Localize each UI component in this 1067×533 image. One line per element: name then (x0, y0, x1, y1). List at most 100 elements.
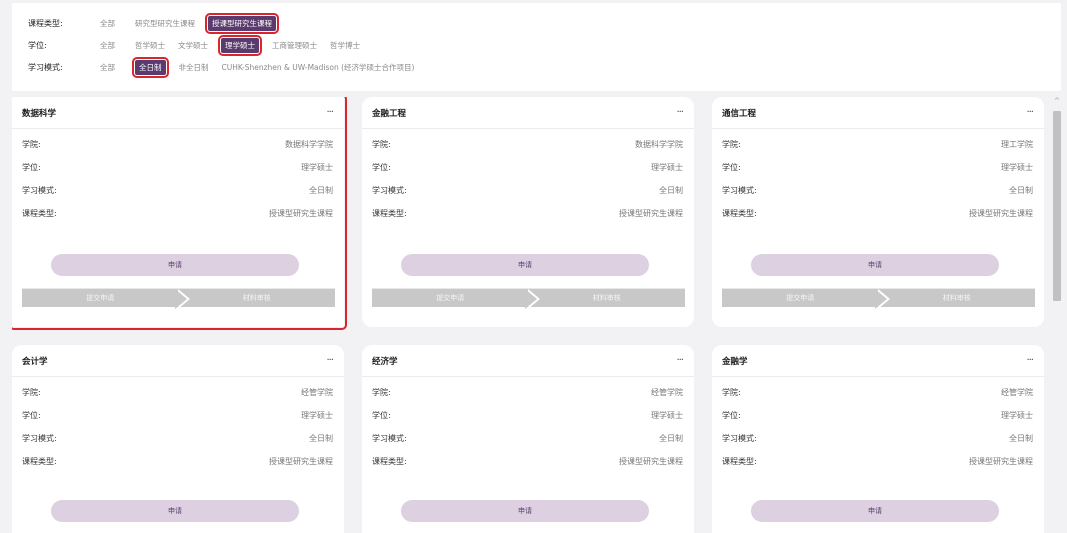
program-card[interactable]: 经济学 ··· 学院: 经管学院 学位: 理学硕士 学习模式: 全日制 课程类型: 授课… (362, 345, 694, 533)
school-label: 学院: (722, 388, 741, 397)
mode-label: 学习模式: (372, 434, 407, 443)
step-arrow-fill (875, 289, 887, 309)
school-value: 经管学院 (1001, 388, 1033, 397)
program-card[interactable]: 通信工程 ··· 学院: 理工学院 学位: 理学硕士 学习模式: 全日制 课程类型: 授… (712, 97, 1044, 327)
study-mode-fulltime[interactable]: 全日制 (132, 56, 169, 78)
course-type-research[interactable]: 研究型研究生课程 (135, 18, 195, 29)
mode-row: 学习模式: 全日制 (362, 427, 694, 450)
mode-row: 学习模式: 全日制 (12, 427, 344, 450)
more-icon[interactable]: ··· (326, 355, 333, 366)
vertical-scrollbar[interactable]: ^ (1052, 97, 1062, 533)
school-value: 数据科学学院 (285, 140, 333, 149)
degree-value: 理学硕士 (651, 411, 683, 420)
card-header: 经济学 ··· (362, 345, 694, 377)
type-value: 授课型研究生课程 (269, 457, 333, 466)
type-label: 课程类型: (372, 209, 407, 218)
school-value: 经管学院 (651, 388, 683, 397)
degree-label: 学位: (722, 411, 741, 420)
program-title: 通信工程 (722, 108, 757, 119)
apply-button[interactable]: 申请 (51, 254, 299, 276)
study-mode-joint[interactable]: CUHK-Shenzhen & UW-Madison (经济学硕士合作项目) (222, 62, 415, 73)
step-review: 材料审核 (178, 289, 335, 307)
apply-button[interactable]: 申请 (51, 500, 299, 522)
more-icon[interactable]: ··· (326, 107, 333, 118)
study-mode-label: 学习模式: (28, 62, 63, 72)
program-title: 经济学 (372, 356, 398, 367)
type-row: 课程类型: 授课型研究生课程 (712, 202, 1044, 225)
type-row: 课程类型: 授课型研究生课程 (12, 202, 344, 225)
degree-label: 学位: (22, 411, 41, 420)
school-row: 学院: 理工学院 (712, 133, 1044, 156)
degree-value: 理学硕士 (1001, 163, 1033, 172)
more-icon[interactable]: ··· (676, 355, 683, 366)
step-arrow-fill (175, 289, 187, 309)
card-header: 会计学 ··· (12, 345, 344, 377)
program-title: 金融工程 (372, 108, 407, 119)
more-icon[interactable]: ··· (1026, 355, 1033, 366)
degree-mba[interactable]: 工商管理硕士 (272, 40, 317, 51)
step-review: 材料审核 (528, 289, 685, 307)
degree-label: 学位: (372, 163, 391, 172)
program-grid: 数据科学 ··· 学院: 数据科学学院 学位: 理学硕士 学习模式: 全日制 课程类型… (12, 97, 1047, 533)
mode-value: 全日制 (1009, 186, 1033, 195)
degree-row: 学位: 理学硕士 (362, 156, 694, 179)
type-label: 课程类型: (22, 209, 57, 218)
mode-value: 全日制 (309, 186, 333, 195)
degree-label: 学位: (722, 163, 741, 172)
mode-value: 全日制 (309, 434, 333, 443)
program-card[interactable]: 金融学 ··· 学院: 经管学院 学位: 理学硕士 学习模式: 全日制 课程类型: 授课… (712, 345, 1044, 533)
degree-msc[interactable]: 理学硕士 (218, 34, 262, 56)
type-row: 课程类型: 授课型研究生课程 (362, 202, 694, 225)
step-submit: 提交申请 (372, 289, 529, 307)
course-type-taught[interactable]: 授课型研究生课程 (205, 12, 279, 34)
degree-ma[interactable]: 文学硕士 (178, 40, 208, 51)
type-value: 授课型研究生课程 (619, 209, 683, 218)
degree-mphil[interactable]: 哲学硕士 (135, 40, 165, 51)
degree-all[interactable]: 全部 (100, 40, 115, 51)
school-value: 经管学院 (301, 388, 333, 397)
school-row: 学院: 经管学院 (362, 381, 694, 404)
course-type-all[interactable]: 全部 (100, 18, 115, 29)
degree-label: 学位: (28, 40, 47, 50)
card-header: 金融学 ··· (712, 345, 1044, 377)
program-card[interactable]: 数据科学 ··· 学院: 数据科学学院 学位: 理学硕士 学习模式: 全日制 课程类型… (12, 97, 347, 330)
degree-row: 学位: 理学硕士 (712, 404, 1044, 427)
type-value: 授课型研究生课程 (969, 209, 1033, 218)
degree-value: 理学硕士 (301, 163, 333, 172)
step-arrow-fill (525, 289, 537, 309)
degree-label: 学位: (372, 411, 391, 420)
apply-button[interactable]: 申请 (401, 500, 649, 522)
study-mode-filter: 学习模式: 全部 全日制 非全日制 CUHK-Shenzhen & UW-Mad… (28, 56, 427, 78)
course-type-filter: 课程类型: 全部 研究型研究生课程 授课型研究生课程 (28, 12, 289, 34)
degree-row: 学位: 理学硕士 (12, 404, 344, 427)
progress-steps: 提交申请 材料审核 (22, 288, 335, 309)
more-icon[interactable]: ··· (1026, 107, 1033, 118)
scroll-thumb[interactable] (1053, 111, 1061, 301)
apply-button[interactable]: 申请 (401, 254, 649, 276)
type-value: 授课型研究生课程 (969, 457, 1033, 466)
mode-row: 学习模式: 全日制 (712, 179, 1044, 202)
apply-button[interactable]: 申请 (751, 254, 999, 276)
degree-phd[interactable]: 哲学博士 (330, 40, 360, 51)
program-card[interactable]: 金融工程 ··· 学院: 数据科学学院 学位: 理学硕士 学习模式: 全日制 课程类型… (362, 97, 694, 327)
type-label: 课程类型: (722, 457, 757, 466)
type-row: 课程类型: 授课型研究生课程 (362, 450, 694, 473)
more-icon[interactable]: ··· (676, 107, 683, 118)
degree-row: 学位: 理学硕士 (712, 156, 1044, 179)
school-row: 学院: 经管学院 (12, 381, 344, 404)
study-mode-parttime[interactable]: 非全日制 (179, 62, 209, 73)
mode-row: 学习模式: 全日制 (362, 179, 694, 202)
program-card[interactable]: 会计学 ··· 学院: 经管学院 学位: 理学硕士 学习模式: 全日制 课程类型: 授课… (12, 345, 344, 533)
mode-value: 全日制 (659, 434, 683, 443)
study-mode-all[interactable]: 全部 (100, 62, 115, 73)
school-value: 数据科学学院 (635, 140, 683, 149)
school-label: 学院: (22, 388, 41, 397)
apply-button[interactable]: 申请 (751, 500, 999, 522)
mode-value: 全日制 (1009, 434, 1033, 443)
program-title: 会计学 (22, 356, 48, 367)
scroll-up-icon[interactable]: ^ (1054, 97, 1060, 105)
school-row: 学院: 经管学院 (712, 381, 1044, 404)
degree-value: 理学硕士 (1001, 411, 1033, 420)
degree-label: 学位: (22, 163, 41, 172)
filter-panel: 课程类型: 全部 研究型研究生课程 授课型研究生课程 学位: 全部 哲学硕士 文… (12, 3, 1061, 91)
